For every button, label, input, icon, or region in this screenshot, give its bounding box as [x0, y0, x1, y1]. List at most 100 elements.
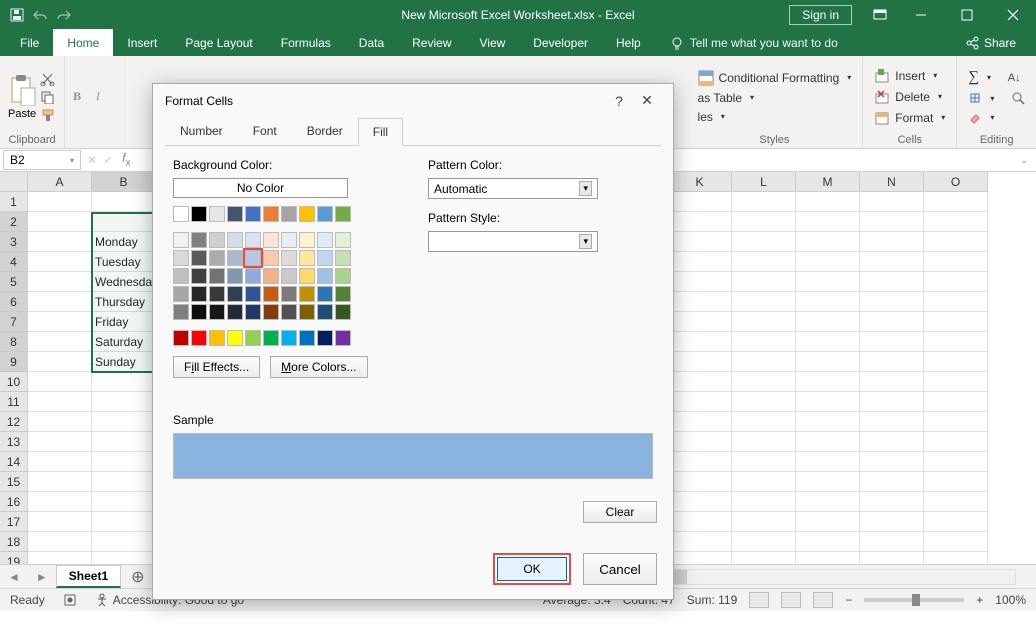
dialog-tab-font[interactable]: Font — [238, 117, 292, 145]
cell[interactable] — [796, 552, 860, 564]
cell[interactable] — [28, 512, 92, 532]
color-swatch[interactable] — [245, 286, 261, 302]
tab-file[interactable]: File — [6, 29, 53, 56]
redo-icon[interactable] — [56, 9, 72, 21]
cell[interactable] — [796, 212, 860, 232]
color-swatch[interactable] — [263, 268, 279, 284]
cell[interactable] — [668, 272, 732, 292]
format-as-table-button[interactable]: as Table▾ — [695, 90, 855, 106]
cell[interactable] — [732, 412, 796, 432]
macro-record-icon[interactable] — [63, 593, 77, 607]
cell[interactable] — [668, 292, 732, 312]
cell[interactable] — [924, 212, 988, 232]
row-header[interactable]: 19 — [0, 552, 28, 564]
clear-button[interactable]: ▾ — [965, 109, 1028, 125]
cell[interactable] — [92, 472, 156, 492]
color-swatch[interactable] — [227, 330, 243, 346]
cell[interactable] — [28, 232, 92, 252]
cell[interactable] — [796, 352, 860, 372]
cell[interactable] — [668, 352, 732, 372]
fill-button[interactable]: ▾ — [965, 90, 1028, 106]
color-swatch[interactable] — [335, 304, 351, 320]
color-swatch[interactable] — [227, 268, 243, 284]
cell[interactable] — [924, 552, 988, 564]
color-swatch[interactable] — [263, 330, 279, 346]
cell[interactable] — [796, 292, 860, 312]
cell[interactable] — [732, 432, 796, 452]
cell[interactable] — [924, 372, 988, 392]
view-page-break-button[interactable] — [813, 592, 833, 608]
cell[interactable] — [28, 312, 92, 332]
cell[interactable] — [924, 452, 988, 472]
cell[interactable] — [924, 432, 988, 452]
color-swatch[interactable] — [335, 330, 351, 346]
cell[interactable] — [924, 232, 988, 252]
color-swatch[interactable] — [281, 232, 297, 248]
delete-cells-button[interactable]: Delete▾ — [871, 88, 948, 106]
color-swatch[interactable] — [299, 268, 315, 284]
cell[interactable] — [92, 452, 156, 472]
color-swatch[interactable] — [317, 232, 333, 248]
cell[interactable] — [732, 292, 796, 312]
insert-cells-button[interactable]: Insert▾ — [871, 67, 948, 85]
cell[interactable] — [924, 512, 988, 532]
color-swatch[interactable] — [263, 286, 279, 302]
color-swatch[interactable] — [227, 304, 243, 320]
cell[interactable] — [732, 452, 796, 472]
cell[interactable] — [860, 492, 924, 512]
cell[interactable] — [732, 392, 796, 412]
sheet-nav-prev-icon[interactable]: ◄ — [0, 570, 28, 584]
cell[interactable] — [92, 512, 156, 532]
color-swatch[interactable] — [263, 206, 279, 222]
color-swatch[interactable] — [245, 232, 261, 248]
cell[interactable] — [796, 332, 860, 352]
clear-button[interactable]: Clear — [583, 501, 657, 523]
cell[interactable] — [668, 392, 732, 412]
cell[interactable] — [28, 452, 92, 472]
cell[interactable] — [668, 232, 732, 252]
ok-button[interactable]: OK — [493, 553, 571, 585]
sort-filter-icon[interactable]: A↓ — [1008, 72, 1021, 84]
select-all-corner[interactable] — [0, 172, 28, 192]
tab-data[interactable]: Data — [345, 29, 398, 56]
color-swatch[interactable] — [209, 304, 225, 320]
color-swatch[interactable] — [191, 286, 207, 302]
color-swatch[interactable] — [227, 232, 243, 248]
color-swatch[interactable] — [173, 250, 189, 266]
dialog-tab-border[interactable]: Border — [292, 117, 358, 145]
cell[interactable] — [796, 532, 860, 552]
color-swatch[interactable] — [209, 286, 225, 302]
cell[interactable] — [796, 412, 860, 432]
cell[interactable]: Monday — [92, 232, 156, 252]
cell[interactable] — [92, 532, 156, 552]
cell[interactable] — [28, 352, 92, 372]
cell[interactable] — [668, 432, 732, 452]
cell[interactable] — [924, 192, 988, 212]
dialog-tab-fill[interactable]: Fill — [358, 118, 403, 146]
color-swatch[interactable] — [209, 268, 225, 284]
row-header[interactable]: 12 — [0, 412, 28, 432]
row-header[interactable]: 7 — [0, 312, 28, 332]
sheet-nav-next-icon[interactable]: ► — [28, 570, 56, 584]
cell[interactable] — [924, 252, 988, 272]
color-swatch[interactable] — [263, 250, 279, 266]
color-swatch[interactable] — [281, 268, 297, 284]
tab-home[interactable]: Home — [53, 29, 113, 56]
cell[interactable] — [732, 512, 796, 532]
cell[interactable] — [860, 292, 924, 312]
cell[interactable] — [860, 352, 924, 372]
cell[interactable] — [796, 452, 860, 472]
color-swatch[interactable] — [335, 268, 351, 284]
cell[interactable] — [860, 412, 924, 432]
cell[interactable] — [668, 312, 732, 332]
cell[interactable] — [924, 532, 988, 552]
cell[interactable] — [732, 252, 796, 272]
color-swatch[interactable] — [281, 250, 297, 266]
cell[interactable] — [668, 252, 732, 272]
cell[interactable] — [668, 372, 732, 392]
cell[interactable] — [668, 472, 732, 492]
cell[interactable]: Tuesday — [92, 252, 156, 272]
cell-styles-button[interactable]: les▾ — [695, 109, 855, 125]
cell[interactable] — [668, 552, 732, 564]
cell[interactable] — [732, 192, 796, 212]
